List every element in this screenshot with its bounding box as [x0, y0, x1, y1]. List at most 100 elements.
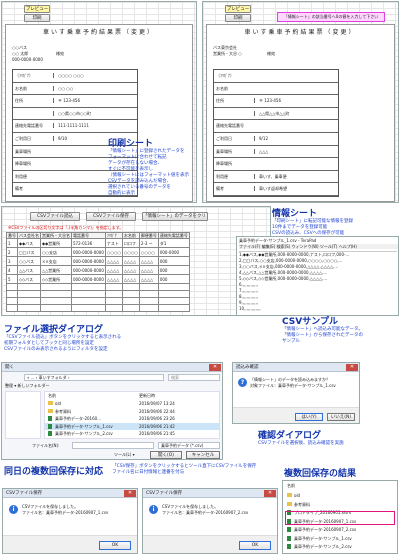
- table-cell[interactable]: [157, 290, 190, 298]
- table-cell[interactable]: [121, 290, 140, 298]
- table-cell[interactable]: △△△△: [104, 265, 123, 275]
- table-cell[interactable]: [157, 283, 190, 291]
- table-cell[interactable]: ナスト: [104, 238, 123, 248]
- table-cell[interactable]: [104, 290, 123, 298]
- table-cell[interactable]: 4: [6, 265, 18, 275]
- table-cell[interactable]: [104, 297, 123, 305]
- table-cell[interactable]: 000-0000-0000: [71, 256, 106, 266]
- yes-button[interactable]: はい(Y): [295, 413, 323, 421]
- save-dialog-1-close-icon[interactable]: ✕: [124, 490, 136, 497]
- list-item[interactable]: 参考資料: [283, 500, 397, 509]
- table-cell[interactable]: [71, 283, 106, 291]
- table-cell[interactable]: ◇◇バス: [17, 274, 41, 284]
- table-cell[interactable]: [40, 290, 72, 298]
- file-type-filter[interactable]: 乗車予約データ (*.csv): [158, 442, 220, 449]
- close-icon[interactable]: ✕: [209, 364, 221, 371]
- table-cell[interactable]: [104, 304, 123, 312]
- table-cell[interactable]: [71, 304, 106, 312]
- table-cell[interactable]: ◆◆バス: [17, 238, 41, 248]
- empty-row[interactable]: [6, 283, 190, 291]
- table-cell[interactable]: △△△△: [104, 256, 123, 266]
- table-cell[interactable]: 000-0000: [157, 247, 190, 257]
- table-cell[interactable]: [17, 283, 41, 291]
- result-column-name[interactable]: 名前: [287, 483, 295, 488]
- table-cell[interactable]: △△△△: [121, 274, 140, 284]
- table-cell[interactable]: [157, 304, 190, 312]
- table-row[interactable]: 4 △△バス △△営業所 000-0000-0000 △△△△ △△△△ △△△△ 000: [6, 265, 190, 275]
- print-button[interactable]: 印刷: [24, 14, 50, 22]
- table-cell[interactable]: ◆◆営業所: [40, 238, 72, 248]
- table-cell[interactable]: △△△△: [138, 265, 159, 275]
- table-cell[interactable]: ○○○○: [138, 247, 159, 257]
- list-item[interactable]: 参考資料 2016/09/06 22:44: [45, 408, 219, 416]
- column-date[interactable]: 更新日時: [139, 393, 155, 398]
- table-row[interactable]: 1 ◆◆バス ◆◆営業所 572-0136 ナスト ロロフ 2-3 ーダ1: [6, 238, 190, 248]
- table-cell[interactable]: 000-0000-0000: [71, 247, 106, 257]
- table-row[interactable]: 2 □□バス ○○支店 000-0000-0000 ○○○○ ○○○○ ○○○○ 000-00…: [6, 247, 190, 257]
- tools-menu[interactable]: ツール(L) ▾: [114, 452, 135, 457]
- table-cell[interactable]: △△営業所: [40, 265, 72, 275]
- table-cell[interactable]: [121, 283, 140, 291]
- table-cell[interactable]: [17, 290, 41, 298]
- table-cell[interactable]: [71, 297, 106, 305]
- table-cell[interactable]: [104, 283, 123, 291]
- print-button-2[interactable]: 印刷: [225, 14, 251, 22]
- clear-data-button[interactable]: 「情報シート」のデータをクリア: [142, 212, 208, 221]
- table-cell[interactable]: [71, 290, 106, 298]
- table-cell[interactable]: 2-3 ー: [138, 238, 159, 248]
- table-cell[interactable]: [121, 297, 140, 305]
- list-item[interactable]: 乗車予約データ-サンプル_2.csv: [283, 542, 397, 551]
- table-row[interactable]: 3 ○○バス ××支店 000-0000-0000 △△△△ △△△△ △△△△ 000: [6, 256, 190, 266]
- list-item[interactable]: 乗車予約データ-20160907_2.csv: [283, 525, 397, 534]
- preview-button[interactable]: プレビュー: [24, 5, 50, 13]
- search-input[interactable]: 検索: [168, 374, 220, 381]
- table-cell[interactable]: 572-0136: [71, 238, 106, 248]
- no-button[interactable]: いいえ(N): [327, 413, 355, 421]
- open-button[interactable]: 開く(O): [150, 451, 182, 459]
- table-cell[interactable]: ××支店: [40, 256, 72, 266]
- table-cell[interactable]: 3: [6, 256, 18, 266]
- list-item[interactable]: old: [283, 491, 397, 500]
- list-item[interactable]: 乗車予約データ-サンプル_1.csv: [283, 534, 397, 543]
- table-cell[interactable]: ◇◇営業所: [40, 274, 72, 284]
- list-item[interactable]: old 2016/09/07 13:24: [45, 400, 219, 408]
- save-dialog-1-ok-button[interactable]: OK: [99, 541, 131, 550]
- save-dialog-2-close-icon[interactable]: ✕: [264, 490, 276, 497]
- table-cell[interactable]: [138, 283, 159, 291]
- table-cell[interactable]: △△△△: [121, 256, 140, 266]
- save-dialog-2-ok-button[interactable]: OK: [239, 541, 271, 550]
- table-cell[interactable]: 2: [6, 247, 18, 257]
- table-row[interactable]: 5 ◇◇バス ◇◇営業所 000-0000-0000 △△△△ △△△△ △△△△ 000: [6, 274, 190, 284]
- table-cell[interactable]: □□バス: [17, 247, 41, 257]
- table-cell[interactable]: 000: [157, 265, 190, 275]
- table-cell[interactable]: [138, 290, 159, 298]
- table-cell[interactable]: ○○支店: [40, 247, 72, 257]
- editor-text-area[interactable]: 1,◆◆バス,◆◆営業所,000-0000-0000,ナスト,ロロフ,000-.…: [239, 251, 397, 314]
- editor-menu[interactable]: ファイル(F) 編集(E) 検索(S) ウィンドウ(W) ツール(T) ヘルプ(…: [239, 244, 398, 249]
- table-cell[interactable]: ○○バス: [17, 256, 41, 266]
- csv-load-button[interactable]: CSVファイル読込: [30, 212, 80, 221]
- table-cell[interactable]: [138, 304, 159, 312]
- table-cell[interactable]: ○○○○: [121, 247, 140, 257]
- table-cell[interactable]: 000-0000-0000: [71, 265, 106, 275]
- table-cell[interactable]: [6, 297, 18, 305]
- table-cell[interactable]: [6, 283, 18, 291]
- table-cell[interactable]: △△△△: [138, 256, 159, 266]
- table-cell[interactable]: 000: [157, 256, 190, 266]
- preview-button-2[interactable]: プレビュー: [225, 5, 251, 13]
- table-cell[interactable]: 1: [6, 238, 18, 248]
- confirm-close-icon[interactable]: ✕: [346, 364, 358, 371]
- table-cell[interactable]: △△△△: [121, 265, 140, 275]
- list-item[interactable]: 乗車予約データ-サンプル_1.csv 2016/09/06 21:42: [45, 422, 219, 430]
- table-cell[interactable]: ダ1: [157, 238, 190, 248]
- table-cell[interactable]: [157, 297, 190, 305]
- list-item[interactable]: 乗車予約データ-20160... 2016/09/06 23:26: [45, 415, 219, 423]
- table-cell[interactable]: 000: [157, 274, 190, 284]
- column-name[interactable]: 名前: [48, 393, 56, 398]
- folder-tree[interactable]: [5, 391, 41, 439]
- table-cell[interactable]: 5: [6, 274, 18, 284]
- table-cell[interactable]: [121, 304, 140, 312]
- table-cell[interactable]: [17, 304, 41, 312]
- table-cell[interactable]: [6, 304, 18, 312]
- table-cell[interactable]: [17, 297, 41, 305]
